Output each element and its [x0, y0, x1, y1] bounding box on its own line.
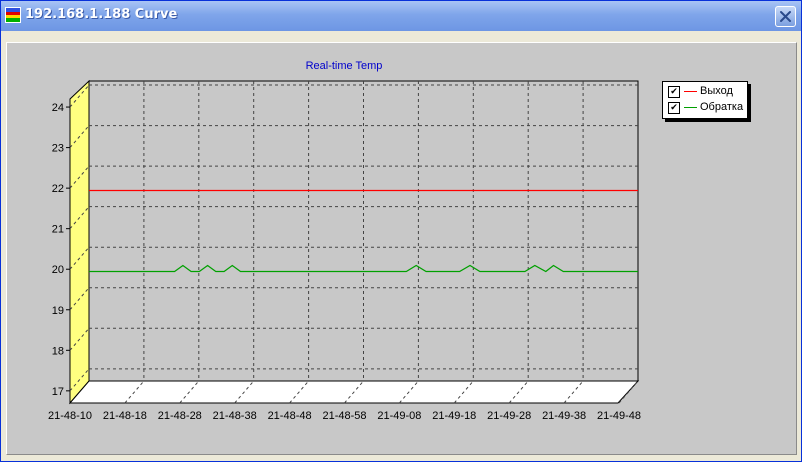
- legend-line-red: [684, 91, 697, 92]
- legend-line-green: [684, 107, 697, 108]
- y-axis: 17 18 19 20 21 22 23 24: [52, 102, 70, 398]
- x-axis: 21-48-10 21-48-18 21-48-28 21-48-38 21-48-48…: [48, 410, 641, 422]
- legend-item-vykhod[interactable]: ✔ Выход: [668, 85, 746, 99]
- legend-item-obratka[interactable]: ✔ Обратка: [668, 101, 746, 115]
- y-tick-label: 19: [52, 305, 64, 317]
- x-tick-label: 21-49-38: [542, 410, 586, 422]
- legend-label-obratka: Обратка: [700, 101, 744, 113]
- temperature-chart: Real-time Temp 17 18 19 20 21 22 23 24 21-48-10…: [48, 60, 641, 422]
- checkbox-obratka[interactable]: ✔: [668, 102, 680, 114]
- legend-label-vykhod: Выход: [700, 85, 733, 97]
- legend: ✔ Выход ✔ Обратка: [662, 81, 748, 119]
- x-tick-label: 21-48-48: [268, 410, 312, 422]
- x-tick-label: 21-48-10: [48, 410, 92, 422]
- x-tick-label: 21-48-18: [103, 410, 147, 422]
- x-tick-label: 21-49-08: [377, 410, 421, 422]
- x-tick-label: 21-48-38: [213, 410, 257, 422]
- curve-window: 192.168.1.188 Curve Real-time Temp 17 18 1…: [0, 0, 802, 462]
- y-tick-label: 22: [52, 183, 64, 195]
- x-tick-label: 21-49-28: [487, 410, 531, 422]
- y-tick-label: 18: [52, 345, 64, 357]
- y-tick-label: 23: [52, 143, 64, 155]
- x-tick-label: 21-48-28: [158, 410, 202, 422]
- chart-title: Real-time Temp: [306, 60, 383, 72]
- y-tick-label: 24: [52, 102, 64, 114]
- y-tick-label: 17: [52, 386, 64, 398]
- x-tick-label: 21-49-48: [597, 410, 641, 422]
- y-tick-label: 20: [52, 264, 64, 276]
- y-tick-label: 21: [52, 224, 64, 236]
- x-tick-label: 21-48-58: [322, 410, 366, 422]
- checkbox-vykhod[interactable]: ✔: [668, 86, 680, 98]
- x-tick-label: 21-49-18: [432, 410, 476, 422]
